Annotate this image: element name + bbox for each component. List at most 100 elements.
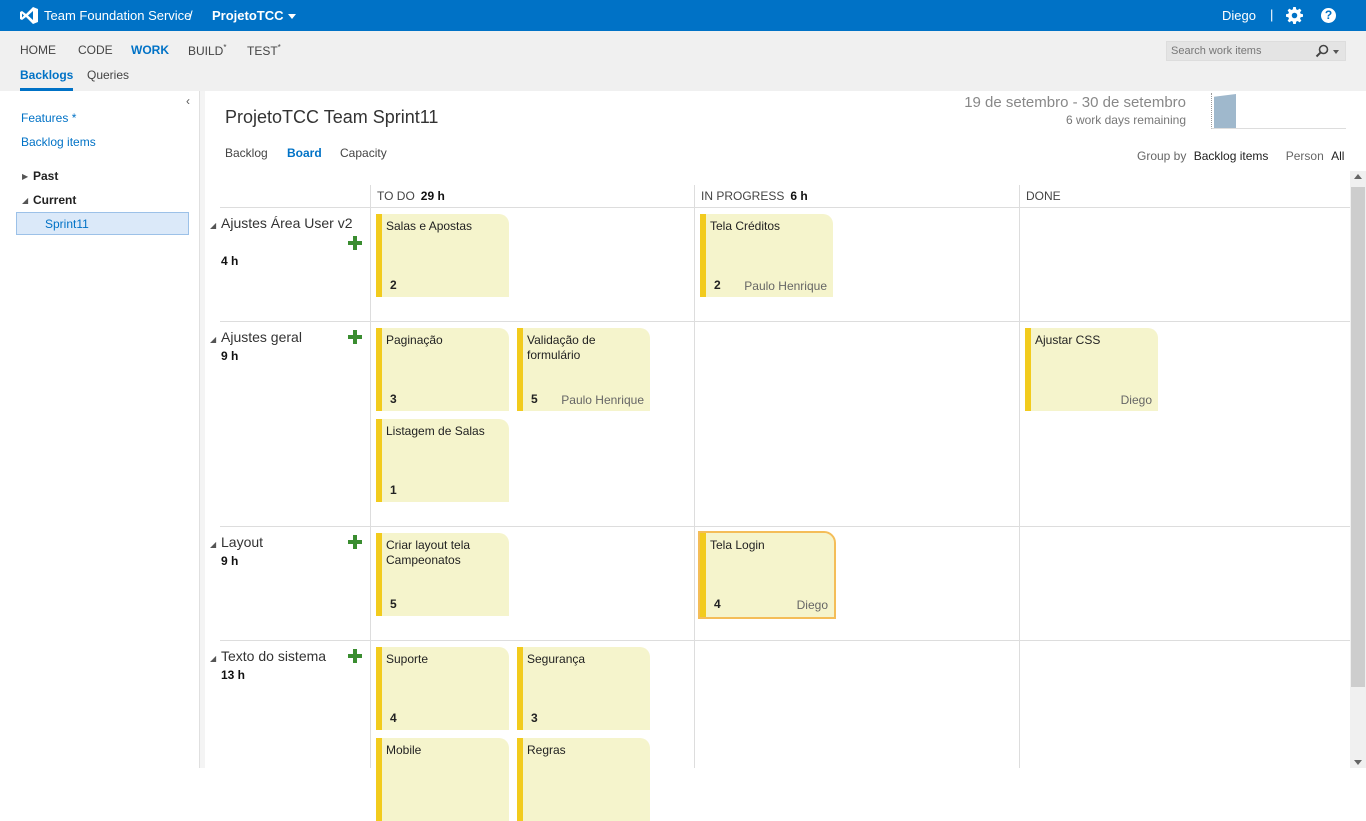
project-name: ProjetoTCC <box>212 8 284 23</box>
row-hours: 4 h <box>221 254 239 268</box>
task-card-selected[interactable]: Tela Login 4 Diego <box>698 531 836 619</box>
collapse-row-icon[interactable]: ◢ <box>210 654 216 663</box>
row-hours: 13 h <box>221 668 246 682</box>
tab-test-label: TEST <box>247 44 278 58</box>
row-title[interactable]: Ajustes Área User v2 <box>221 215 353 231</box>
search-icon[interactable] <box>1315 44 1329 58</box>
tab-capacity[interactable]: Capacity <box>340 146 387 160</box>
search-input[interactable]: Search work items <box>1171 45 1261 57</box>
add-task-icon[interactable] <box>348 236 362 250</box>
subtab-queries[interactable]: Queries <box>87 68 129 82</box>
card-estimate: 1 <box>390 483 397 497</box>
header-divider: | <box>1270 7 1274 22</box>
task-card[interactable]: Paginação 3 <box>376 328 509 411</box>
row-divider <box>220 640 1350 641</box>
row-title[interactable]: Ajustes geral <box>221 329 302 345</box>
task-card[interactable]: Mobile <box>376 738 509 821</box>
card-estimate: 4 <box>390 711 397 725</box>
work-days-remaining: 6 work days remaining <box>1065 113 1186 127</box>
tab-test-marker: * <box>277 43 281 52</box>
add-task-icon[interactable] <box>348 330 362 344</box>
card-estimate: 2 <box>714 278 721 292</box>
task-card[interactable]: Tela Créditos 2 Paulo Henrique <box>700 214 833 297</box>
card-estimate: 4 <box>714 597 721 611</box>
tab-home[interactable]: HOME <box>20 43 56 57</box>
tab-test[interactable]: TEST* <box>247 43 281 58</box>
card-estimate: 5 <box>531 392 538 406</box>
task-card[interactable]: Listagem de Salas 1 <box>376 419 509 502</box>
add-task-icon[interactable] <box>348 649 362 663</box>
column-in-progress-hours: 6 h <box>790 189 808 203</box>
main-content: ProjetoTCC Team Sprint11 19 de setembro … <box>205 91 1366 821</box>
task-card[interactable]: Salas e Apostas 2 <box>376 214 509 297</box>
row-divider <box>220 526 1350 527</box>
collapse-row-icon[interactable]: ◢ <box>210 540 216 549</box>
card-title: Mobile <box>386 743 422 757</box>
column-in-progress-name: IN PROGRESS <box>701 189 785 203</box>
tab-board[interactable]: Board <box>287 146 322 160</box>
person-dropdown[interactable]: All <box>1331 149 1344 163</box>
scroll-up-icon[interactable] <box>1354 174 1362 179</box>
visual-studio-logo-icon[interactable] <box>20 7 38 24</box>
card-estimate: 3 <box>390 392 397 406</box>
row-title[interactable]: Texto do sistema <box>221 648 326 664</box>
expand-past-icon[interactable]: ▶ <box>22 172 28 181</box>
tab-work[interactable]: WORK <box>131 43 169 57</box>
chevron-down-icon <box>287 14 296 20</box>
card-estimate: 5 <box>390 597 397 611</box>
tree-item-past[interactable]: Past <box>33 169 58 183</box>
tab-build-marker: * <box>223 43 227 52</box>
tab-code[interactable]: CODE <box>78 43 113 57</box>
board-scrollbar[interactable] <box>1350 171 1366 768</box>
collapse-pane-icon[interactable]: ‹ <box>186 94 190 108</box>
task-card[interactable]: Criar layout tela Campeonatos 5 <box>376 533 509 616</box>
collapse-current-icon[interactable]: ◢ <box>22 196 28 205</box>
subtab-backlogs[interactable]: Backlogs <box>20 68 74 91</box>
card-assignee: Diego <box>796 598 828 612</box>
search-box[interactable]: Search work items <box>1166 41 1346 61</box>
task-card[interactable]: Segurança 3 <box>517 647 650 730</box>
group-by-dropdown[interactable]: Backlog items <box>1194 149 1269 163</box>
card-estimate: 3 <box>531 711 538 725</box>
link-features[interactable]: Features * <box>21 111 76 125</box>
burndown-thumbnail[interactable] <box>1211 93 1346 129</box>
tab-build[interactable]: BUILD* <box>188 43 226 58</box>
gear-icon[interactable] <box>1286 7 1303 24</box>
project-selector[interactable]: ProjetoTCC <box>212 8 296 23</box>
row-title[interactable]: Layout <box>221 534 263 550</box>
link-backlog-items[interactable]: Backlog items <box>21 135 96 149</box>
collapse-row-icon[interactable]: ◢ <box>210 221 216 230</box>
task-card[interactable]: Validação de formulário 5 Paulo Henrique <box>517 328 650 411</box>
column-todo-name: TO DO <box>377 189 415 203</box>
task-card[interactable]: Ajustar CSS Diego <box>1025 328 1158 411</box>
tree-item-sprint11-label: Sprint11 <box>45 217 89 231</box>
row-hours: 9 h <box>221 349 239 363</box>
task-card[interactable]: Regras <box>517 738 650 821</box>
scroll-thumb[interactable] <box>1351 187 1365 687</box>
task-board: TO DO 29 h IN PROGRESS 6 h DONE ◢ Ajustes … <box>210 185 1350 821</box>
column-divider <box>694 185 695 768</box>
card-assignee: Paulo Henrique <box>744 279 827 293</box>
help-icon[interactable]: ? <box>1321 8 1336 23</box>
tree-item-sprint11[interactable]: Sprint11 <box>16 212 189 235</box>
board-filters: Group by Backlog items Person All <box>1137 149 1344 163</box>
column-divider <box>1019 185 1020 768</box>
column-done-name: DONE <box>1026 189 1061 203</box>
search-options-chevron-icon[interactable] <box>1333 50 1339 54</box>
card-title: Tela Login <box>710 538 765 552</box>
scroll-down-icon[interactable] <box>1354 760 1362 765</box>
collapse-row-icon[interactable]: ◢ <box>210 335 216 344</box>
add-task-icon[interactable] <box>348 535 362 549</box>
product-name[interactable]: Team Foundation Service <box>44 8 191 23</box>
tree-item-current[interactable]: Current <box>33 193 76 207</box>
card-estimate: 2 <box>390 278 397 292</box>
top-bar: Team Foundation Service / ProjetoTCC Die… <box>0 0 1366 31</box>
column-header-in-progress: IN PROGRESS 6 h <box>701 189 808 203</box>
person-label: Person <box>1285 149 1324 163</box>
tab-backlog[interactable]: Backlog <box>225 146 268 160</box>
task-card[interactable]: Suporte 4 <box>376 647 509 730</box>
column-todo-hours: 29 h <box>420 189 445 203</box>
breadcrumb-separator: / <box>189 8 193 23</box>
hub-nav: HOME CODE WORK BUILD* TEST* Search work … <box>0 31 1366 91</box>
user-name[interactable]: Diego <box>1222 8 1256 23</box>
